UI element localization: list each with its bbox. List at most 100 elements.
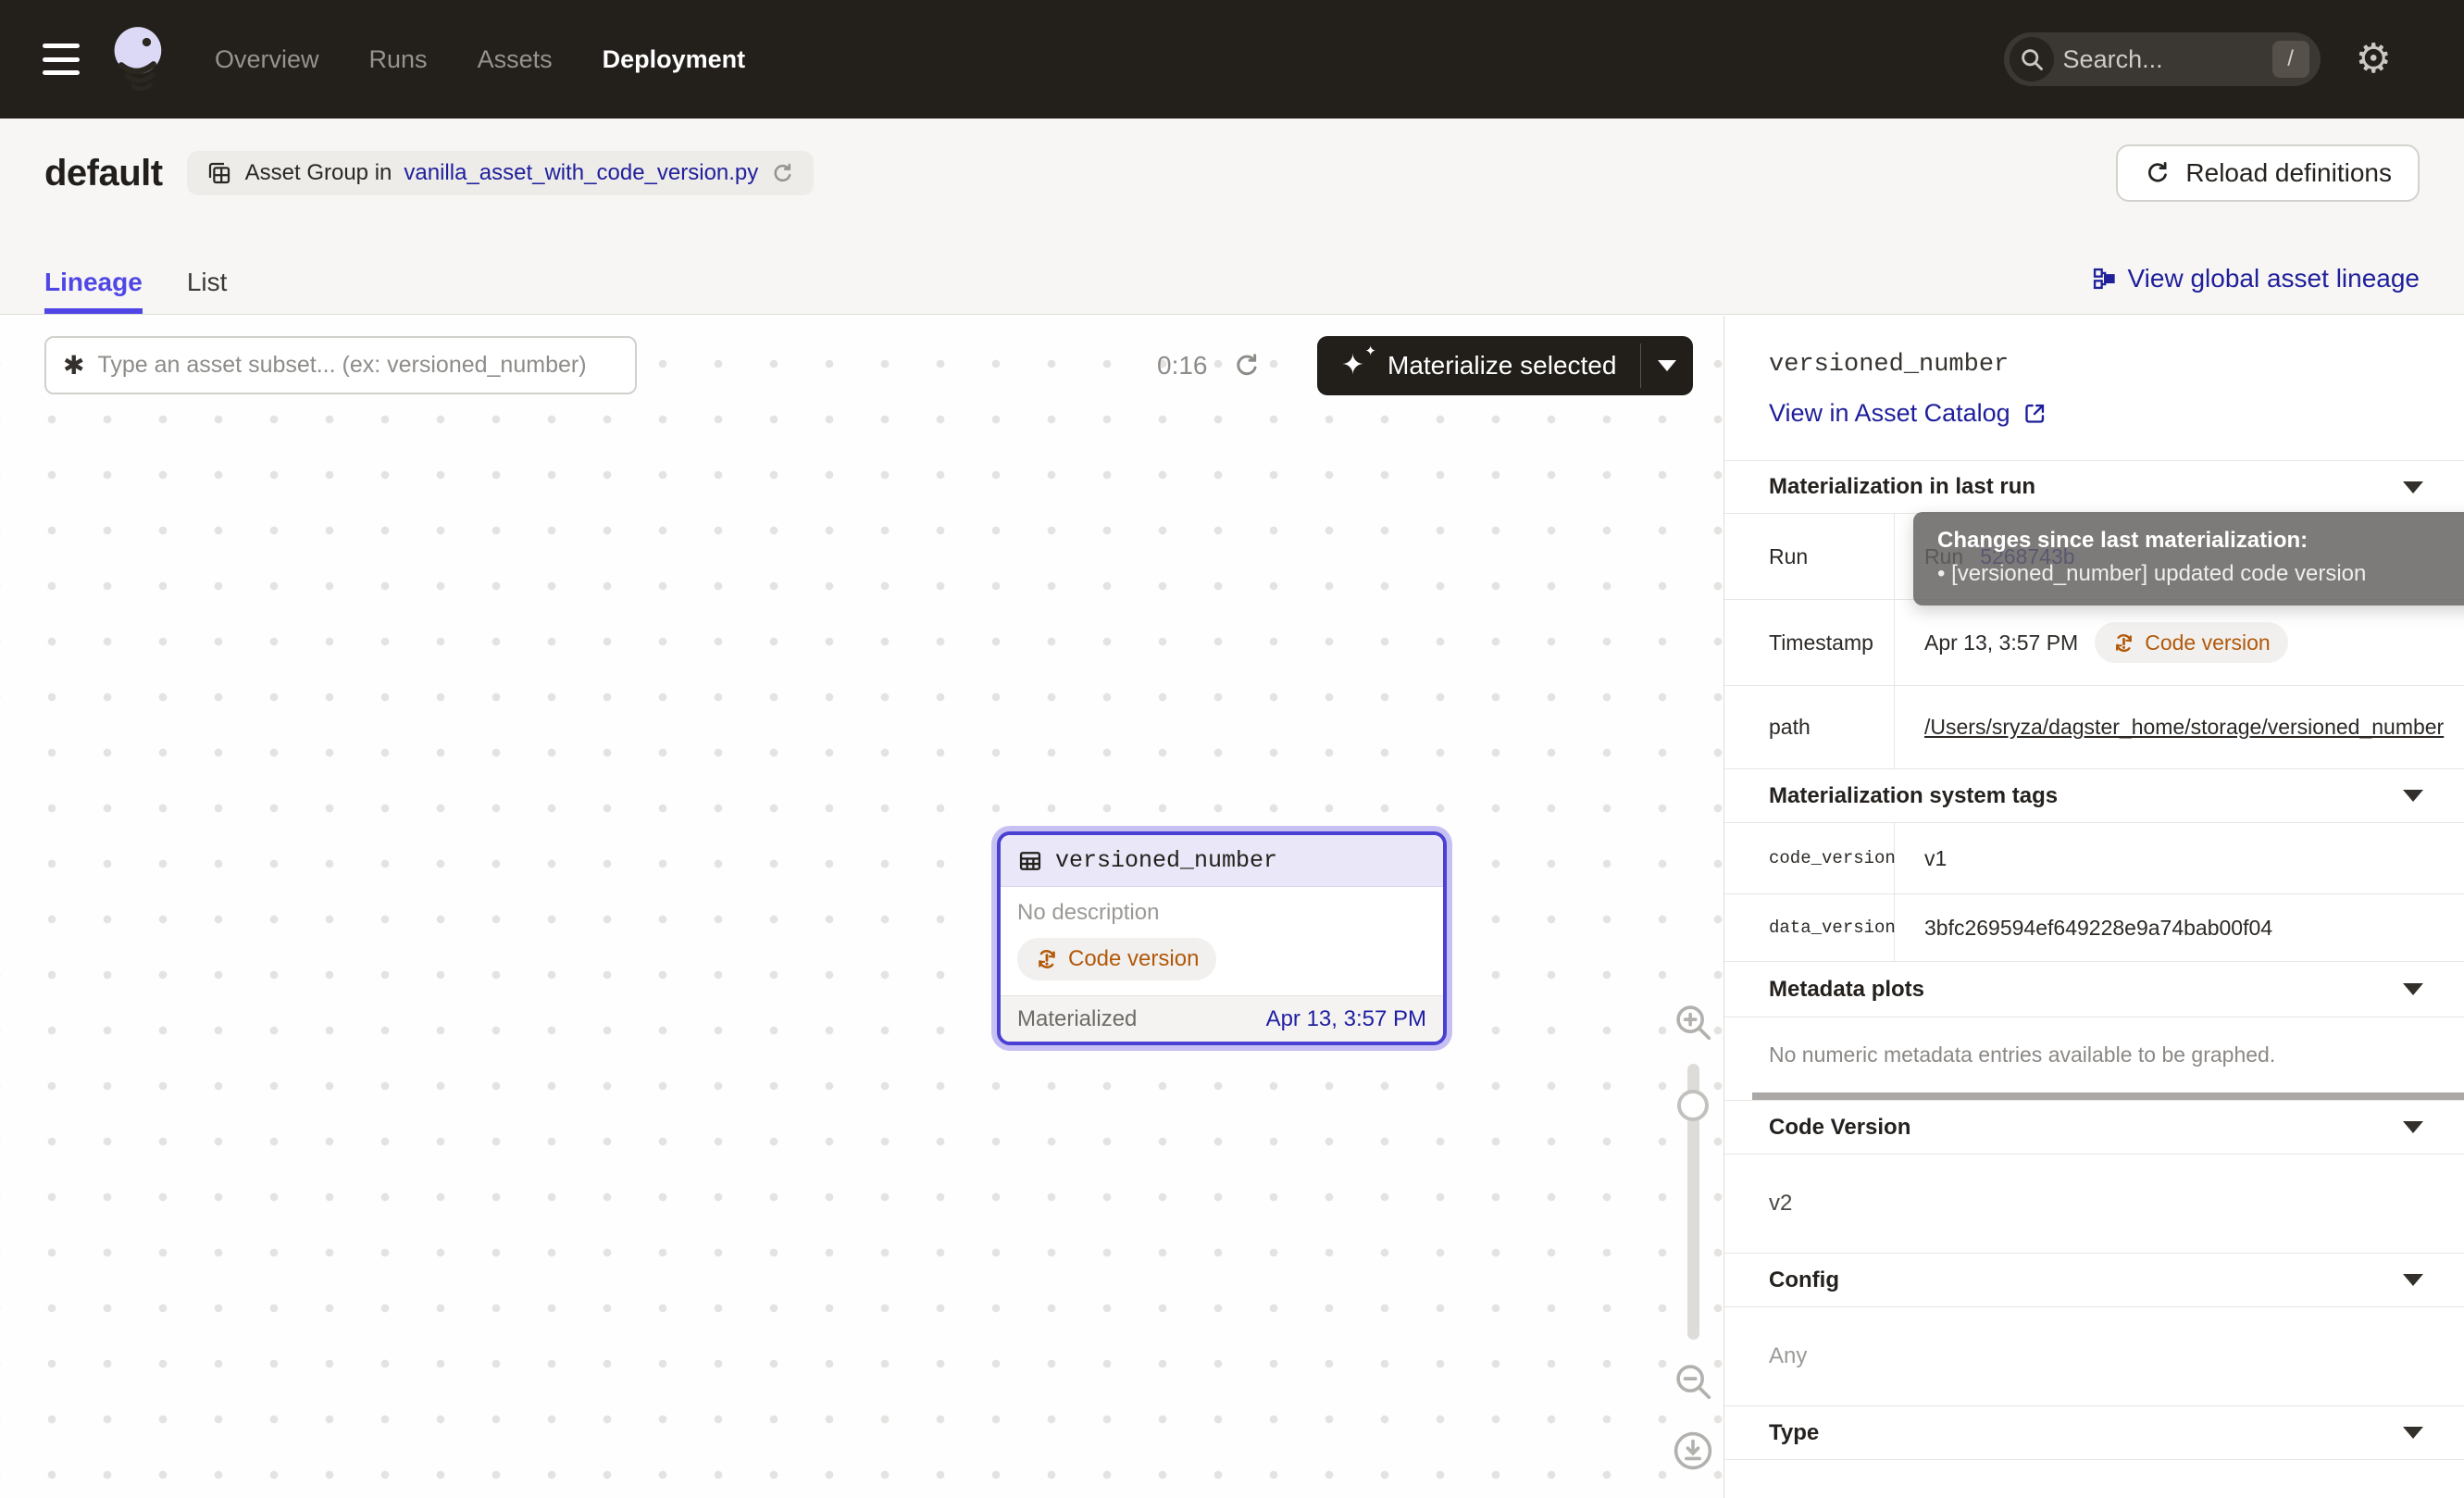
- asset-node-header: versioned_number: [1001, 835, 1443, 887]
- config-value: Any: [1724, 1306, 2464, 1405]
- section-label: Materialization system tags: [1769, 783, 2058, 809]
- top-nav-bar: Overview Runs Assets Deployment / ⚙: [0, 0, 2464, 119]
- lineage-graph-icon: [2091, 266, 2117, 292]
- code-version-tag-label: Code version: [1068, 946, 1199, 972]
- graph-refresh-icon[interactable]: [1232, 351, 1262, 381]
- section-config[interactable]: Config: [1724, 1253, 2464, 1306]
- code-version-tag[interactable]: Code version: [1017, 938, 1216, 980]
- tooltip-title: Changes since last materialization:: [1937, 528, 2464, 554]
- external-link-icon: [2022, 401, 2047, 426]
- code-version-row-label: code_version: [1724, 823, 1895, 893]
- code-version-value: v1: [1924, 846, 1947, 871]
- section-materialization-in-last-run[interactable]: Materialization in last run: [1724, 460, 2464, 513]
- path-row: path /Users/sryza/dagster_home/storage/v…: [1724, 685, 2464, 768]
- asset-group-file-link[interactable]: vanilla_asset_with_code_version.py: [404, 160, 758, 186]
- view-in-asset-catalog-link[interactable]: View in Asset Catalog: [1769, 399, 2420, 428]
- page-title: default: [44, 153, 163, 194]
- badge-refresh-icon[interactable]: [770, 161, 795, 186]
- asset-group-prefix: Asset Group in: [245, 160, 392, 186]
- asset-group-icon: [205, 159, 233, 187]
- nav-item-runs[interactable]: Runs: [369, 45, 428, 74]
- reload-definitions-button[interactable]: Reload definitions: [2116, 144, 2420, 202]
- zoom-slider-handle[interactable]: [1677, 1090, 1709, 1121]
- collapse-caret-icon[interactable]: [2403, 983, 2423, 995]
- horizontal-scrollbar[interactable]: [1752, 1092, 2464, 1100]
- asset-subset-filter[interactable]: ✱: [44, 336, 637, 394]
- reload-definitions-label: Reload definitions: [2185, 158, 2392, 188]
- path-row-label: path: [1724, 686, 1895, 768]
- dagster-logo-icon[interactable]: [107, 24, 170, 94]
- search-shortcut-badge: /: [2272, 41, 2309, 78]
- asset-subset-input[interactable]: [97, 352, 618, 379]
- materialize-selected-button[interactable]: ✦ ✦ Materialize selected: [1317, 336, 1640, 395]
- collapse-caret-icon[interactable]: [2403, 790, 2423, 802]
- global-lineage-label: View global asset lineage: [2128, 264, 2420, 293]
- hamburger-menu-icon[interactable]: [43, 44, 80, 75]
- section-label: Metadata plots: [1769, 977, 1924, 1003]
- section-materialization-system-tags[interactable]: Materialization system tags: [1724, 768, 2464, 822]
- zoom-controls: [1664, 1001, 1722, 1473]
- tab-lineage[interactable]: Lineage: [44, 268, 143, 314]
- timestamp-value: Apr 13, 3:57 PM: [1924, 630, 2078, 655]
- code-version-changed-icon: [2112, 631, 2135, 655]
- asset-selector-icon: ✱: [63, 353, 84, 379]
- asset-detail-sidebar: versioned_number View in Asset Catalog M…: [1724, 316, 2464, 1498]
- refresh-timer: 0:16: [1157, 351, 1208, 381]
- view-global-asset-lineage-link[interactable]: View global asset lineage: [2091, 264, 2420, 293]
- tab-list[interactable]: List: [187, 268, 228, 314]
- data-version-row-label: data_version: [1724, 894, 1895, 961]
- page-header: default Asset Group in vanilla_asset_wit…: [0, 119, 2464, 315]
- global-search[interactable]: /: [2004, 32, 2321, 86]
- nav-item-assets[interactable]: Assets: [478, 45, 553, 74]
- zoom-out-icon[interactable]: [1672, 1360, 1714, 1403]
- timestamp-row-label: Timestamp: [1724, 600, 1895, 685]
- zoom-slider[interactable]: [1687, 1064, 1699, 1340]
- nav-items: Overview Runs Assets Deployment: [215, 45, 745, 74]
- run-row-label: Run: [1724, 514, 1895, 599]
- section-label: Type: [1769, 1420, 1819, 1446]
- changes-tooltip: Changes since last materialization: • [v…: [1913, 512, 2464, 605]
- asset-node-versioned-number[interactable]: versioned_number No description C: [997, 831, 1447, 1045]
- materialize-dropdown-button[interactable]: [1641, 336, 1693, 395]
- search-input[interactable]: [2054, 45, 2272, 74]
- section-label: Materialization in last run: [1769, 474, 2035, 500]
- code-version-changed-icon: [1035, 947, 1059, 971]
- asset-node-description: No description: [1017, 900, 1426, 926]
- code-version-definition-value: v2: [1724, 1154, 2464, 1253]
- section-label: Config: [1769, 1267, 1839, 1293]
- timestamp-row: Timestamp Apr 13, 3:57 PM Code version: [1724, 599, 2464, 685]
- download-graph-icon[interactable]: [1671, 1429, 1715, 1473]
- materialize-selected-split-button: ✦ ✦ Materialize selected: [1317, 336, 1693, 395]
- chevron-down-icon: [1658, 360, 1676, 371]
- table-icon: [1017, 848, 1043, 874]
- data-version-value: 3bfc269594ef649228e9a74bab00f04: [1924, 916, 2272, 941]
- code-version-tag[interactable]: Code version: [2095, 622, 2288, 663]
- dagster-app: Overview Runs Assets Deployment / ⚙ defa…: [0, 0, 2464, 1498]
- section-metadata-plots[interactable]: Metadata plots: [1724, 961, 2464, 1017]
- asset-graph-canvas[interactable]: ✱ 0:16 ✦ ✦ Materialize selected: [0, 316, 1724, 1498]
- collapse-caret-icon[interactable]: [2403, 1121, 2423, 1133]
- materialized-timestamp-link[interactable]: Apr 13, 3:57 PM: [1266, 1006, 1426, 1032]
- collapse-caret-icon[interactable]: [2403, 1427, 2423, 1439]
- data-version-row: data_version 3bfc269594ef649228e9a74bab0…: [1724, 893, 2464, 961]
- asset-node-body: No description Code version: [1001, 887, 1443, 995]
- code-version-row: code_version v1: [1724, 822, 2464, 893]
- tooltip-item: • [versioned_number] updated code versio…: [1937, 561, 2464, 587]
- search-icon: [2010, 37, 2054, 81]
- nav-item-deployment[interactable]: Deployment: [603, 45, 746, 74]
- collapse-caret-icon[interactable]: [2403, 1274, 2423, 1286]
- sparkle-icon: ✦ ✦: [1341, 350, 1373, 381]
- nav-item-overview[interactable]: Overview: [215, 45, 319, 74]
- zoom-in-icon[interactable]: [1672, 1001, 1714, 1043]
- reload-icon: [2144, 159, 2172, 187]
- collapse-caret-icon[interactable]: [2403, 481, 2423, 493]
- code-version-tag-label: Code version: [2145, 630, 2271, 655]
- section-type[interactable]: Type: [1724, 1405, 2464, 1459]
- path-value-link[interactable]: /Users/sryza/dagster_home/storage/versio…: [1924, 715, 2444, 740]
- asset-node-footer: Materialized Apr 13, 3:57 PM: [1001, 995, 1443, 1042]
- asset-group-badge: Asset Group in vanilla_asset_with_code_v…: [187, 151, 815, 195]
- settings-gear-icon[interactable]: ⚙: [2356, 39, 2392, 80]
- metadata-plots-empty-message: No numeric metadata entries available to…: [1724, 1017, 2464, 1092]
- materialized-status-label: Materialized: [1017, 1006, 1137, 1032]
- section-code-version[interactable]: Code Version: [1724, 1100, 2464, 1154]
